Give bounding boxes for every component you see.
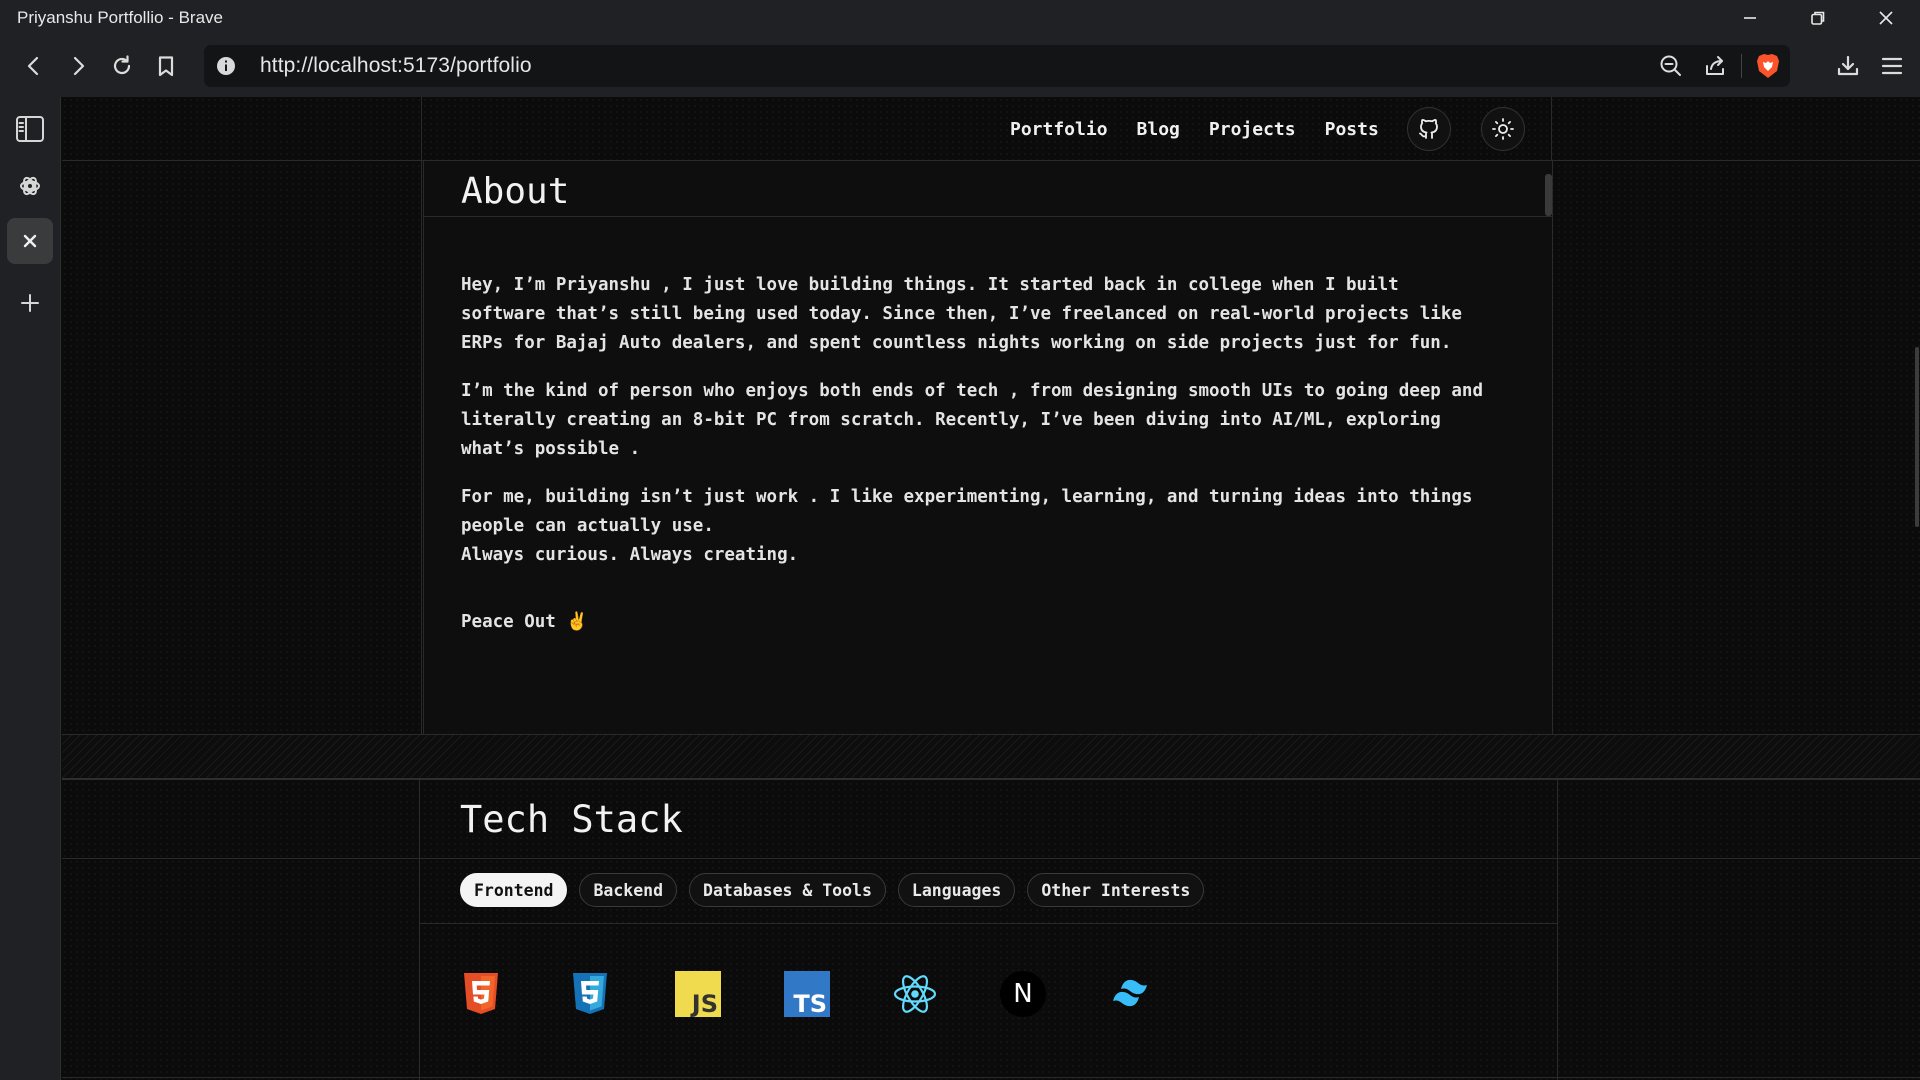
javascript-icon: JS — [675, 971, 721, 1017]
tech-stack-title: Tech Stack — [460, 798, 683, 841]
section-scrollbar[interactable] — [1545, 174, 1552, 216]
download-icon — [1837, 55, 1859, 76]
react-icon — [893, 975, 937, 1013]
typescript-icon: TS — [784, 971, 830, 1017]
forward-button[interactable] — [56, 44, 100, 88]
window-titlebar: Priyanshu Portfollio - Brave — [0, 0, 1920, 35]
about-title: About — [461, 171, 570, 212]
window-controls — [1716, 0, 1920, 35]
tab-frontend[interactable]: Frontend — [460, 873, 568, 907]
sidebar-panel-icon — [16, 116, 44, 142]
bookmark-icon — [158, 56, 174, 77]
share-icon — [1706, 56, 1724, 75]
minimize-button[interactable] — [1716, 0, 1784, 35]
css3-icon — [573, 973, 607, 1014]
brave-shields-button[interactable] — [1746, 45, 1790, 87]
new-tab-button[interactable] — [7, 280, 53, 326]
site-info-button[interactable] — [204, 45, 248, 87]
vertical-tabs-sidebar — [0, 97, 61, 1080]
close-icon — [1879, 10, 1893, 25]
hamburger-menu-icon — [1881, 57, 1903, 75]
site-header: Portfolio Blog Projects Posts — [62, 97, 1920, 161]
chevron-right-icon — [73, 56, 85, 76]
downloads-button[interactable] — [1826, 44, 1870, 88]
minimize-icon — [1744, 16, 1756, 19]
page-scrollbar[interactable] — [1910, 97, 1920, 1080]
tab-chatgpt[interactable] — [7, 163, 53, 209]
about-paragraph: For me, building isn’t just work . I lik… — [461, 487, 1473, 565]
zoom-out-icon — [1660, 55, 1681, 76]
nav-link-blog[interactable]: Blog — [1137, 119, 1180, 140]
restore-icon — [1811, 11, 1825, 25]
chevron-left-icon — [27, 56, 39, 76]
bookmark-button[interactable] — [144, 44, 188, 88]
tab-other-interests[interactable]: Other Interests — [1027, 873, 1205, 907]
html5-icon — [464, 973, 498, 1014]
tech-tabs: Frontend Backend Databases & Tools Langu… — [460, 873, 1205, 907]
tab-languages[interactable]: Languages — [897, 873, 1016, 907]
nextjs-icon: N — [1000, 971, 1046, 1017]
info-icon — [217, 57, 235, 75]
typescript-icon-label: TS — [793, 990, 827, 1018]
page-viewport: Portfolio Blog Projects Posts About Hey,… — [62, 97, 1920, 1080]
nav-link-posts[interactable]: Posts — [1325, 119, 1379, 140]
reload-icon — [113, 55, 131, 75]
plus-icon — [21, 294, 39, 312]
restore-button[interactable] — [1784, 0, 1852, 35]
url-text[interactable]: http://localhost:5173/portfolio — [260, 54, 532, 78]
nav-link-projects[interactable]: Projects — [1209, 119, 1296, 140]
divider — [1741, 54, 1742, 78]
chatgpt-icon — [20, 176, 40, 196]
tech-stack-section: Tech Stack Frontend Backend Databases & … — [419, 780, 1558, 1080]
tab-portfolio-active[interactable] — [7, 218, 53, 264]
brave-lion-icon — [1757, 54, 1779, 78]
window-title: Priyanshu Portfollio - Brave — [17, 7, 223, 27]
zoom-button[interactable] — [1649, 44, 1693, 88]
javascript-icon-label: JS — [691, 990, 718, 1018]
tech-icons-row: JS TS N — [420, 923, 1557, 1080]
tab-databases-tools[interactable]: Databases & Tools — [689, 873, 886, 907]
reload-button[interactable] — [100, 44, 144, 88]
close-window-button[interactable] — [1852, 0, 1920, 35]
page-scrollbar-thumb[interactable] — [1915, 347, 1919, 527]
grid-line — [421, 97, 422, 734]
close-tab-icon[interactable] — [22, 233, 38, 249]
theme-toggle-button[interactable] — [1481, 107, 1525, 151]
address-bar[interactable]: http://localhost:5173/portfolio — [204, 45, 1790, 87]
grid-line — [62, 1077, 1920, 1078]
nextjs-icon-label: N — [1013, 979, 1033, 1009]
back-button[interactable] — [12, 44, 56, 88]
nav-link-portfolio[interactable]: Portfolio — [1010, 119, 1108, 140]
about-paragraph: I’m the kind of person who enjoys both e… — [461, 381, 1483, 459]
browser-toolbar: http://localhost:5173/portfolio — [0, 35, 1920, 97]
menu-button[interactable] — [1870, 44, 1914, 88]
about-body: Hey, I’m Priyanshu , I just love buildin… — [461, 271, 1531, 656]
github-icon — [1419, 119, 1438, 139]
site-nav: Portfolio Blog Projects Posts — [1010, 97, 1379, 161]
sidebar-toggle-button[interactable] — [7, 106, 53, 152]
github-button[interactable] — [1407, 107, 1451, 151]
about-section: About Hey, I’m Priyanshu , I just love b… — [423, 161, 1553, 734]
tab-backend[interactable]: Backend — [579, 873, 678, 907]
about-paragraph: Hey, I’m Priyanshu , I just love buildin… — [461, 275, 1462, 353]
section-divider — [62, 734, 1920, 780]
sun-icon — [1492, 118, 1514, 140]
tailwind-icon — [1113, 979, 1147, 1007]
about-signoff: Peace Out ✌️ — [461, 612, 589, 632]
about-header: About — [424, 161, 1552, 217]
share-button[interactable] — [1693, 44, 1737, 88]
